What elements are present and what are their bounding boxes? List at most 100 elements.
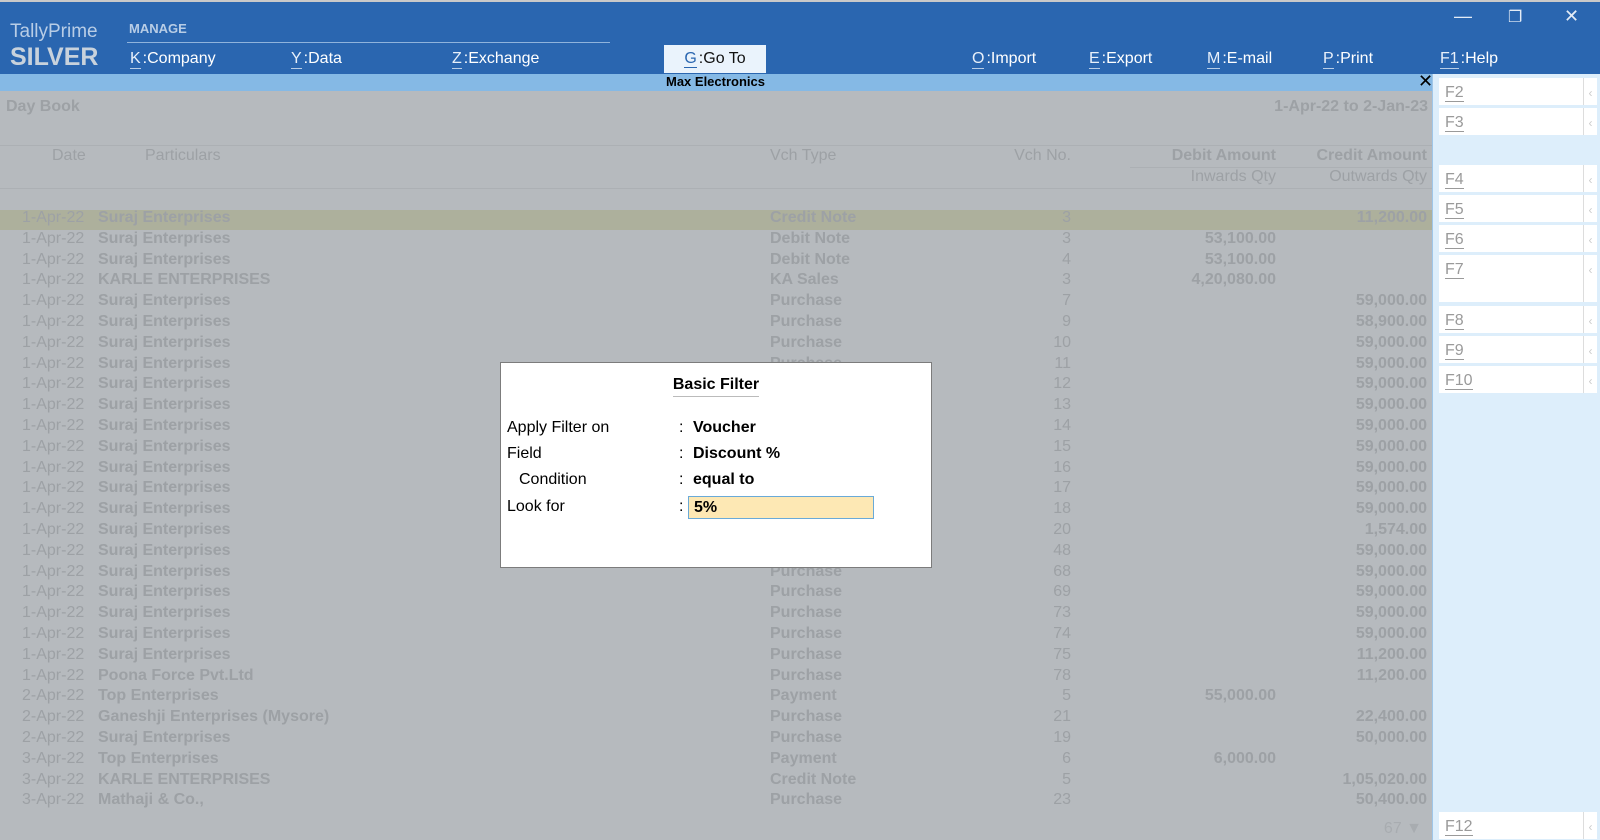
row-credit: 59,000.00	[1355, 479, 1427, 497]
row-particulars[interactable]: Suraj Enterprises	[98, 604, 231, 622]
row-particulars[interactable]: Suraj Enterprises	[98, 521, 231, 539]
chevron-left-icon[interactable]: ‹	[1583, 195, 1597, 222]
report-period[interactable]: 1-Apr-22 to 2-Jan-23	[1274, 98, 1428, 116]
row-credit: 59,000.00	[1355, 562, 1427, 580]
row-particulars[interactable]: Ganeshji Enterprises (Mysore)	[98, 708, 329, 726]
row-vch-no: 4	[1062, 250, 1071, 268]
row-particulars[interactable]: Suraj Enterprises	[98, 334, 231, 352]
row-debit: 55,000.00	[1204, 687, 1276, 705]
minimize-icon[interactable]: —	[1454, 6, 1472, 27]
row-vch-no: 14	[1053, 417, 1071, 434]
button-f10[interactable]: F10 ‹	[1439, 366, 1597, 393]
row-particulars[interactable]: Suraj Enterprises	[98, 729, 231, 747]
row-particulars[interactable]: Suraj Enterprises	[98, 355, 231, 373]
row-particulars[interactable]: Top Enterprises	[98, 687, 219, 705]
chevron-left-icon[interactable]: ‹	[1583, 812, 1597, 839]
edition: SILVER	[10, 43, 99, 71]
button-f7[interactable]: F7 ‹	[1439, 255, 1597, 302]
row-particulars[interactable]: Poona Force Pvt.Ltd	[98, 667, 254, 685]
row-credit: 59,000.00	[1355, 458, 1427, 476]
row-particulars[interactable]: Suraj Enterprises	[98, 230, 231, 248]
row-vch-type: Purchase	[770, 333, 843, 351]
button-f3[interactable]: F3 ‹	[1439, 108, 1597, 135]
chevron-left-icon[interactable]: ‹	[1583, 165, 1597, 192]
row-particulars[interactable]: Suraj Enterprises	[98, 583, 231, 601]
button-f2[interactable]: F2 ‹	[1439, 78, 1597, 105]
row-particulars[interactable]: KARLE ENTERPRISES	[98, 271, 270, 289]
apply-filter-on-value[interactable]: Voucher	[693, 419, 756, 437]
button-f9[interactable]: F9 ‹	[1439, 336, 1597, 363]
row-particulars[interactable]: Suraj Enterprises	[98, 542, 231, 560]
row-particulars[interactable]: KARLE ENTERPRISES	[98, 771, 270, 789]
row-credit: 59,000.00	[1355, 396, 1427, 414]
row-particulars[interactable]: Suraj Enterprises	[98, 646, 231, 664]
row-date: 1-Apr-22	[22, 645, 85, 663]
chevron-left-icon[interactable]: ‹	[1583, 108, 1597, 135]
row-date: 1-Apr-22	[22, 229, 85, 247]
close-report-icon[interactable]: ✕	[1418, 71, 1433, 92]
basic-filter-dialog: Basic Filter Apply Filter on : Voucher F…	[500, 362, 932, 568]
row-particulars[interactable]: Suraj Enterprises	[98, 563, 231, 581]
chevron-left-icon[interactable]: ‹	[1583, 255, 1597, 302]
menu-help[interactable]: F1:Help	[1440, 50, 1498, 69]
row-vch-no: 6	[1062, 749, 1071, 767]
row-particulars[interactable]: Top Enterprises	[98, 750, 219, 768]
field-label: Look for	[507, 498, 565, 515]
row-credit: 1,574.00	[1364, 521, 1427, 538]
row-particulars[interactable]: Suraj Enterprises	[98, 479, 231, 497]
menu-email[interactable]: M:E-mail	[1207, 50, 1272, 69]
row-particulars[interactable]: Suraj Enterprises	[98, 313, 231, 331]
chevron-left-icon[interactable]: ‹	[1583, 78, 1597, 105]
colon: :	[679, 445, 684, 462]
row-particulars[interactable]: Suraj Enterprises	[98, 459, 231, 477]
row-vch-no: 17	[1053, 479, 1071, 497]
menu-exchange[interactable]: Z:Exchange	[452, 50, 539, 69]
menu-data[interactable]: Y:Data	[291, 50, 342, 69]
row-vch-no: 20	[1053, 521, 1071, 538]
row-particulars[interactable]: Suraj Enterprises	[98, 209, 231, 227]
more-count[interactable]: 67 ▼	[1384, 820, 1422, 838]
button-f12[interactable]: F12 ‹	[1439, 812, 1597, 839]
goto-button[interactable]: G:Go To	[664, 45, 766, 73]
field-value[interactable]: Discount %	[693, 445, 780, 463]
row-particulars[interactable]: Suraj Enterprises	[98, 292, 231, 310]
row-particulars[interactable]: Mathaji & Co.,	[98, 791, 204, 809]
row-particulars[interactable]: Suraj Enterprises	[98, 500, 231, 518]
chevron-left-icon[interactable]: ‹	[1583, 336, 1597, 363]
button-f4[interactable]: F4 ‹	[1439, 165, 1597, 192]
chevron-left-icon[interactable]: ‹	[1583, 306, 1597, 333]
menu-import[interactable]: O:Import	[972, 50, 1036, 69]
row-particulars[interactable]: Suraj Enterprises	[98, 375, 231, 393]
button-f5[interactable]: F5 ‹	[1439, 195, 1597, 222]
menu-print[interactable]: P:Print	[1323, 50, 1373, 69]
row-date: 3-Apr-22	[22, 791, 85, 809]
menu-export[interactable]: E:Export	[1089, 50, 1152, 69]
menu-company[interactable]: K:Company	[130, 50, 216, 69]
row-particulars[interactable]: Suraj Enterprises	[98, 625, 231, 643]
top-bar: TallyPrime SILVER MANAGE K:Company Y:Dat…	[0, 0, 1600, 74]
chevron-left-icon[interactable]: ‹	[1583, 225, 1597, 252]
colon: :	[679, 419, 684, 436]
button-f6[interactable]: F6 ‹	[1439, 225, 1597, 252]
row-credit: 59,000.00	[1355, 604, 1427, 622]
brand-name: TallyPrime	[10, 21, 98, 42]
button-f8[interactable]: F8 ‹	[1439, 306, 1597, 333]
divider	[0, 145, 1432, 146]
restore-icon[interactable]: ❐	[1508, 7, 1522, 27]
row-particulars[interactable]: Suraj Enterprises	[98, 417, 231, 435]
row-vch-no: 78	[1053, 666, 1071, 684]
col-outwards: Outwards Qty	[1329, 168, 1427, 185]
row-credit: 11,200.00	[1356, 645, 1427, 663]
row-vch-no: 5	[1062, 770, 1071, 788]
chevron-left-icon[interactable]: ‹	[1583, 366, 1597, 393]
row-vch-type: Purchase	[770, 292, 843, 310]
close-icon[interactable]: ✕	[1564, 6, 1579, 27]
condition-value[interactable]: equal to	[693, 471, 754, 489]
row-particulars[interactable]: Suraj Enterprises	[98, 438, 231, 456]
row-particulars[interactable]: Suraj Enterprises	[98, 396, 231, 414]
row-vch-no: 13	[1053, 396, 1071, 414]
row-credit: 59,000.00	[1355, 437, 1427, 455]
row-credit: 59,000.00	[1355, 541, 1427, 559]
look-for-input[interactable]	[688, 496, 874, 519]
row-particulars[interactable]: Suraj Enterprises	[98, 251, 231, 269]
